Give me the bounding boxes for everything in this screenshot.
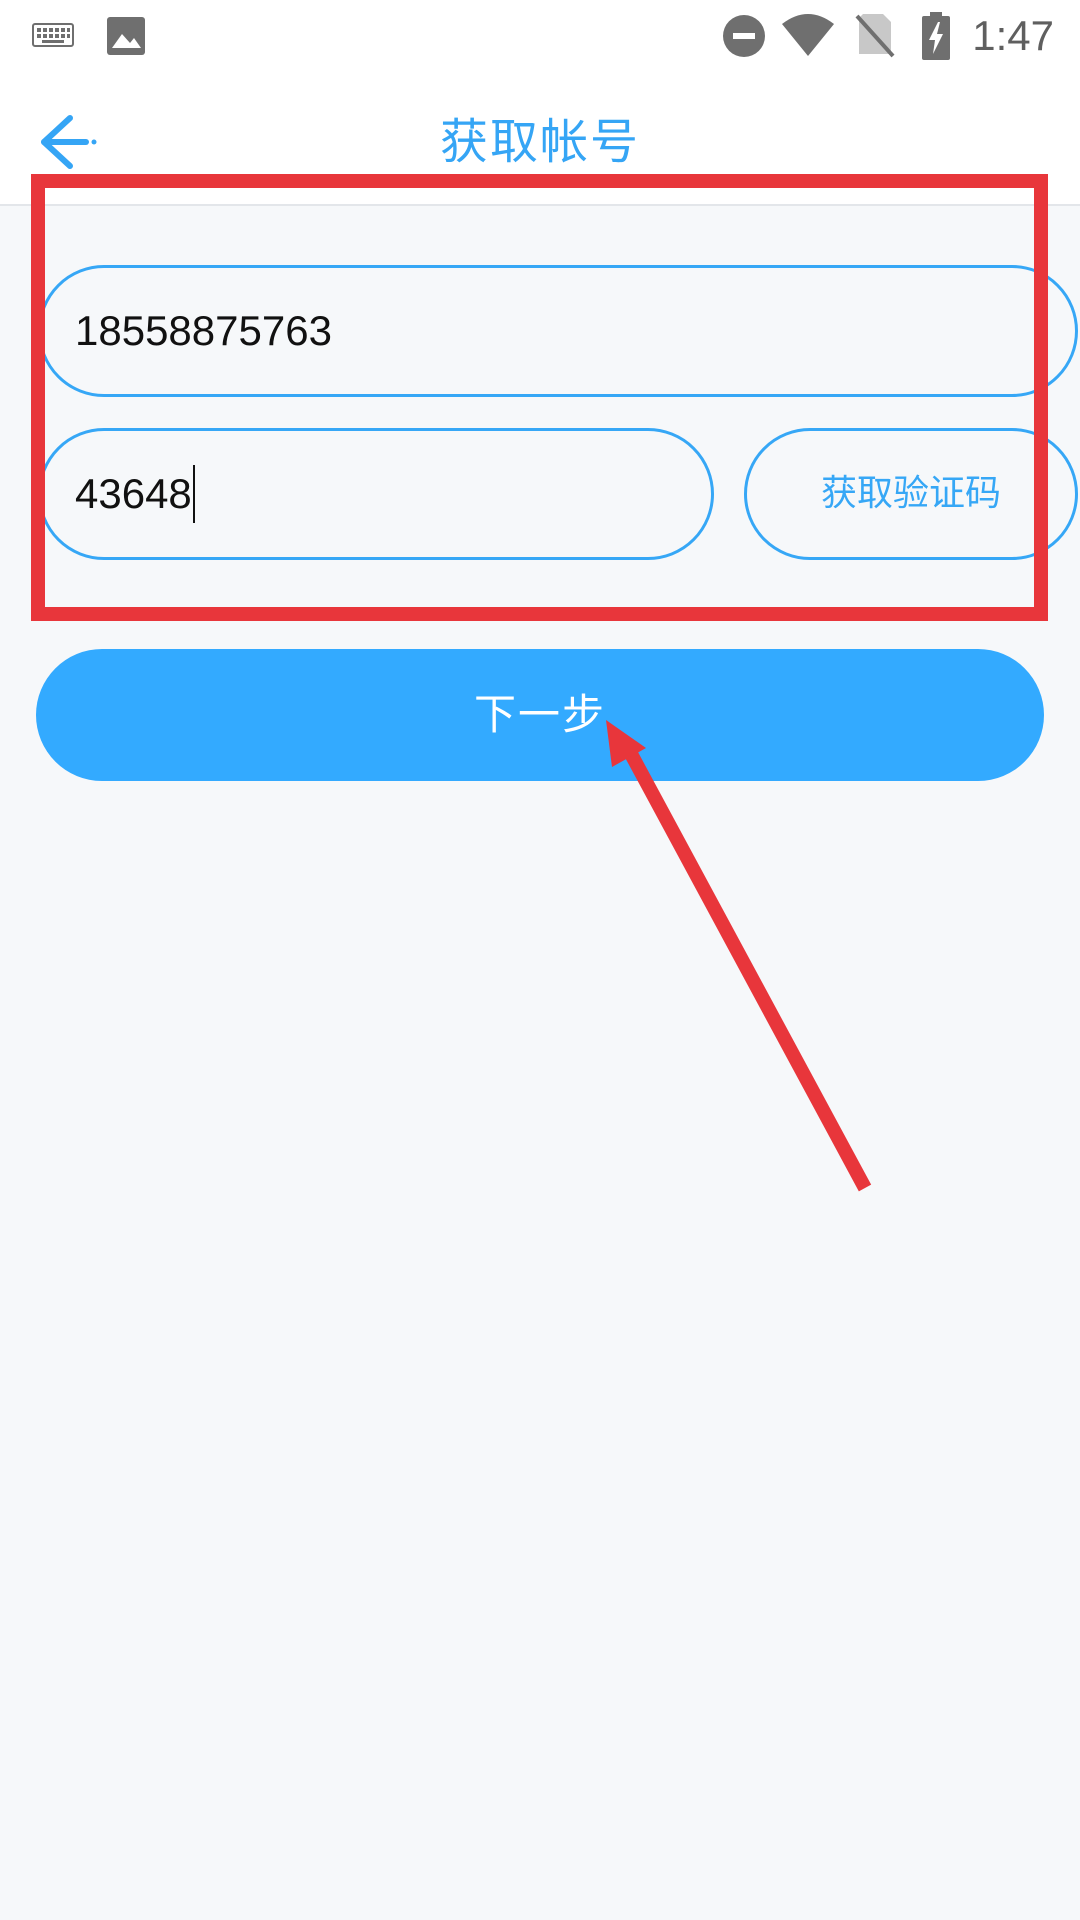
page-title: 获取帐号	[439, 114, 640, 170]
wifi-icon	[782, 14, 834, 56]
no-sim-icon	[855, 14, 895, 58]
get-verification-code-button[interactable]: 获取验证码	[744, 428, 1078, 560]
keyboard-icon	[32, 23, 74, 47]
phone-number-value: 18558875763	[75, 307, 332, 354]
status-time: 1:47	[972, 12, 1054, 59]
battery-charging-icon	[922, 12, 950, 60]
image-icon	[107, 17, 145, 55]
phone-number-input[interactable]: 18558875763	[38, 265, 1078, 397]
status-bar: 1:47	[0, 0, 1080, 72]
verification-code-value: 43648	[75, 470, 192, 517]
text-caret	[192, 464, 195, 523]
verification-code-input[interactable]: 43648	[38, 428, 714, 560]
next-step-button[interactable]: 下一步	[36, 649, 1044, 781]
verification-code-content: 43648	[75, 431, 195, 557]
do-not-disturb-icon	[723, 15, 765, 57]
app-header: 获取帐号	[0, 72, 1080, 206]
